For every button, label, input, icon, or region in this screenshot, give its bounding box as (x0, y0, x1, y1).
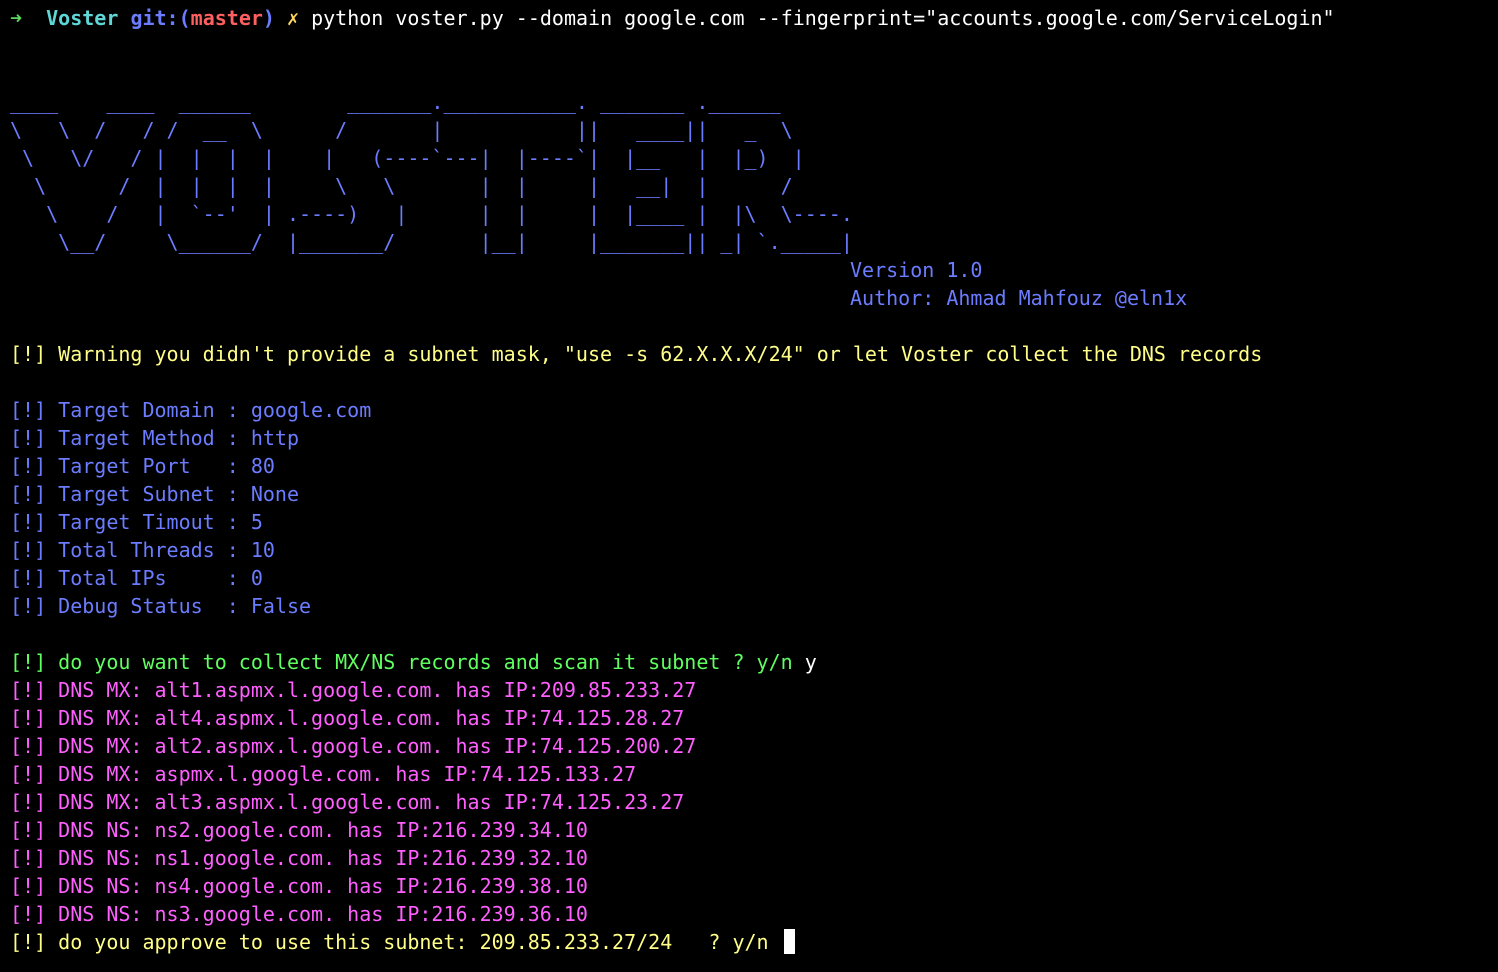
config-target-subnet: [!] Target Subnet : None (10, 482, 299, 506)
prompt-git-close: ) (262, 6, 275, 30)
prompt-dirty-icon: ✗ (287, 6, 300, 30)
banner-author: Author: Ahmad Mahfouz @eln1x (850, 286, 1188, 310)
config-total-threads: [!] Total Threads : 10 (10, 538, 275, 562)
dns-record-line: [!] DNS MX: alt3.aspmx.l.google.com. has… (10, 790, 685, 814)
prompt-command: python voster.py --domain google.com --f… (311, 6, 1335, 30)
dns-record-line: [!] DNS MX: aspmx.l.google.com. has IP:7… (10, 762, 637, 786)
terminal-cursor[interactable] (783, 929, 795, 954)
approve-subnet-text: [!] do you approve to use this subnet: 2… (10, 930, 769, 954)
collect-records-question: [!] do you want to collect MX/NS records… (10, 648, 817, 676)
prompt-arrow-icon: ➜ (10, 6, 23, 30)
dns-record-line: [!] DNS MX: alt2.aspmx.l.google.com. has… (10, 734, 697, 758)
dns-record-line: [!] DNS NS: ns4.google.com. has IP:216.2… (10, 874, 588, 898)
prompt-directory: Voster (46, 6, 119, 30)
collect-question-answer: y (792, 650, 817, 674)
collect-question-text: [!] do you want to collect MX/NS records… (10, 650, 793, 674)
config-total-ips: [!] Total IPs : 0 (10, 566, 263, 590)
prompt-git-branch: master (190, 6, 263, 30)
dns-record-line: [!] DNS MX: alt1.aspmx.l.google.com. has… (10, 678, 697, 702)
config-target-domain: [!] Target Domain : google.com (10, 398, 372, 422)
shell-prompt-line: ➜ Voster git:(master) ✗ python voster.py… (10, 4, 1335, 32)
terminal-window[interactable]: ➜ Voster git:(master) ✗ python voster.py… (0, 0, 1498, 972)
dns-record-line: [!] DNS MX: alt4.aspmx.l.google.com. has… (10, 706, 685, 730)
voster-ascii-banner: ____ ____ ______ _______.___________. __… (10, 90, 853, 254)
approve-subnet-prompt[interactable]: [!] do you approve to use this subnet: 2… (10, 928, 795, 956)
config-target-method: [!] Target Method : http (10, 426, 299, 450)
subnet-warning: [!] Warning you didn't provide a subnet … (10, 342, 1263, 366)
dns-record-line: [!] DNS NS: ns2.google.com. has IP:216.2… (10, 818, 588, 842)
config-target-port: [!] Target Port : 80 (10, 454, 275, 478)
dns-record-line: [!] DNS NS: ns1.google.com. has IP:216.2… (10, 846, 588, 870)
dns-record-line: [!] DNS NS: ns3.google.com. has IP:216.2… (10, 902, 588, 926)
config-debug-status: [!] Debug Status : False (10, 594, 312, 618)
banner-version: Version 1.0 (850, 258, 983, 282)
prompt-git-label: git:( (130, 6, 191, 30)
config-target-timeout: [!] Target Timout : 5 (10, 510, 263, 534)
